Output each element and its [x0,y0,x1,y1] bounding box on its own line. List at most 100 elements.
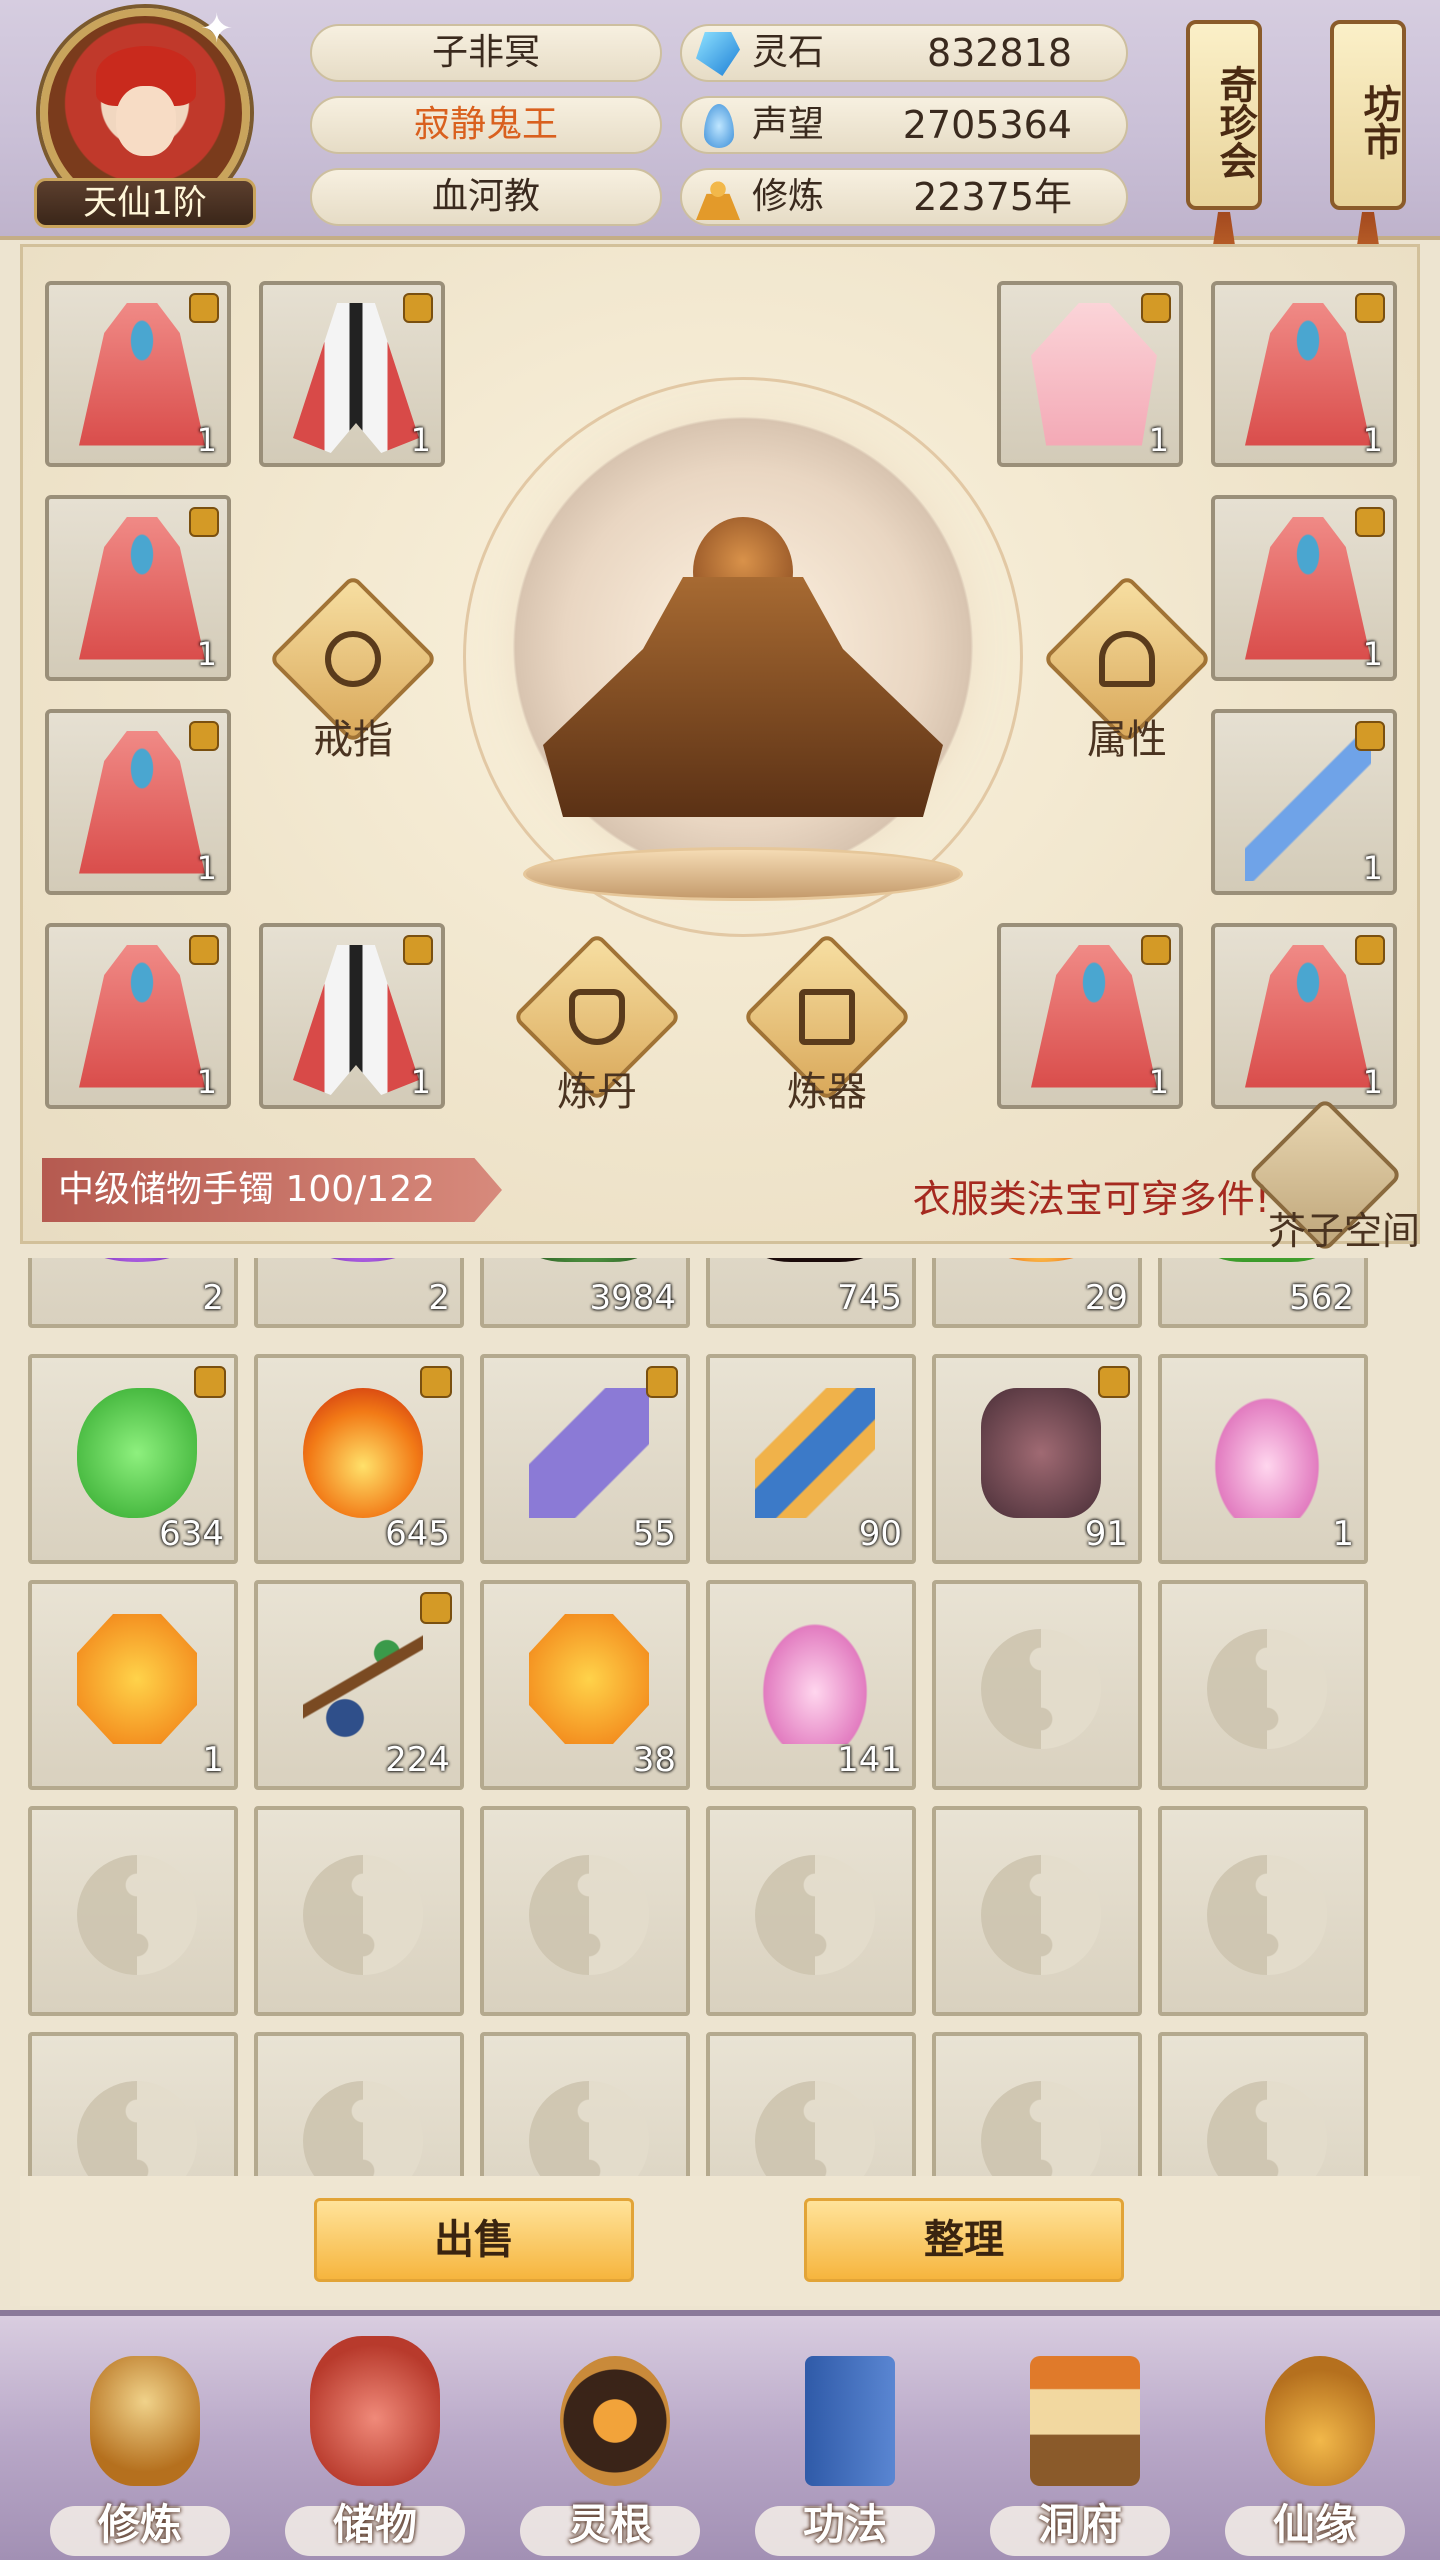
storage-cell[interactable]: 29 [932,1258,1142,1328]
sword-icon [1245,731,1371,881]
white-robe-icon [293,303,419,453]
fruit-branch-icon [303,1614,423,1744]
lotus-icon [755,1614,875,1744]
storage-cell[interactable]: 91 [932,1354,1142,1564]
storage-cell-empty[interactable] [1158,1580,1368,1790]
ring-label: 戒指 [313,717,393,763]
player-title[interactable]: 寂静鬼王 [310,96,662,154]
nav-cultivate[interactable]: 修炼 [40,2336,240,2560]
lock-icon [403,293,433,323]
storage-cell-empty[interactable] [932,1806,1142,2016]
storage-cell[interactable]: 634 [28,1354,238,1564]
herb-icon [529,1258,649,1262]
lock-icon [189,293,219,323]
butterfly-icon: ✦ [200,6,234,52]
technique-book-icon [805,2356,895,2486]
white-robe-icon [293,945,419,1095]
nav-label: 仙缘 [1272,2500,1357,2549]
storage-cell[interactable]: 2 [28,1258,238,1328]
amber-gem-icon [77,1614,197,1744]
storage-cell[interactable]: 38 [480,1580,690,1790]
item-count: 2 [428,1278,450,1318]
storage-cell-empty[interactable] [254,1806,464,2016]
equip-slot[interactable]: 1 [1211,281,1397,467]
equip-slot[interactable]: 1 [997,923,1183,1109]
nav-spirit-root[interactable]: 灵根 [510,2336,710,2560]
top-bar: 天仙1阶 ✦ 子非冥 寂静鬼王 血河教 灵石 832818 声望 2705364… [0,0,1440,272]
storage-cell-empty[interactable] [1158,2032,1368,2176]
red-robe-icon [1245,517,1371,660]
alchemy-label: 炼丹 [557,1069,637,1115]
arrange-button[interactable]: 整理 [804,2198,1124,2282]
fire-crystal-icon [981,1258,1101,1262]
equip-slot[interactable]: 1 [1211,495,1397,681]
storage-cell[interactable]: 141 [706,1580,916,1790]
banner-treasure-auction[interactable]: 奇珍会 [1186,20,1262,210]
equip-slot[interactable]: 1 [45,495,231,681]
item-count: 55 [632,1514,676,1554]
storage-cell-empty[interactable] [28,2032,238,2176]
resource-reputation: 声望 2705364 [680,96,1128,154]
red-robe-icon [1245,945,1371,1088]
resource-value: 832818 [926,31,1072,75]
reputation-icon [704,104,734,148]
scroll-icon [755,1388,875,1518]
storage-cell-empty[interactable] [932,2032,1142,2176]
red-robe-icon [1245,303,1371,446]
artifact-icon [77,1258,197,1262]
storage-container-label[interactable]: 中级储物手镯 100/122 [42,1158,502,1222]
lock-icon [189,935,219,965]
player-sect[interactable]: 血河教 [310,168,662,226]
nav-label: 储物 [332,2500,417,2549]
ring-icon [325,631,381,687]
storage-cell[interactable]: 1 [1158,1354,1368,1564]
nav-immortal-fate[interactable]: 仙缘 [1215,2336,1415,2560]
equip-slot[interactable]: 1 [997,281,1183,467]
equip-slot[interactable]: 1 [1211,709,1397,895]
storage-cell-empty[interactable] [480,2032,690,2176]
storage-cell[interactable]: 745 [706,1258,916,1328]
pink-robe-icon [1031,303,1157,446]
storage-cell[interactable]: 224 [254,1580,464,1790]
cultivate-icon [90,2356,200,2486]
storage-cell-empty[interactable] [932,1580,1142,1790]
lock-icon [1355,721,1385,751]
storage-bar: 中级储物手镯 100/122 衣服类法宝可穿多件! 芥子空间 [20,1097,1420,1253]
storage-cell[interactable]: 645 [254,1354,464,1564]
storage-cell[interactable]: 1 [28,1580,238,1790]
banner-market[interactable]: 坊市 [1330,20,1406,210]
storage-cell-empty[interactable] [28,1806,238,2016]
cauldron-icon [569,989,625,1045]
equip-slot[interactable]: 1 [45,281,231,467]
equip-slot[interactable]: 1 [1211,923,1397,1109]
storage-cell[interactable]: 55 [480,1354,690,1564]
item-count: 1 [410,421,431,459]
storage-cell[interactable]: 3984 [480,1258,690,1328]
mustard-space-label[interactable]: 芥子空间 [1268,1200,1420,1255]
item-count: 1 [1362,1063,1383,1101]
storage-cell-empty[interactable] [254,2032,464,2176]
dark-artifact-icon [755,1258,875,1262]
storage-cell-empty[interactable] [1158,1806,1368,2016]
storage-cell-empty[interactable] [706,1806,916,2016]
player-name: 子非冥 [310,24,662,82]
gourd-icon [1265,2356,1375,2486]
equip-slot[interactable]: 1 [259,923,445,1109]
nav-cave-house[interactable]: 洞府 [980,2336,1180,2560]
item-count: 745 [837,1278,902,1318]
anvil-icon [799,989,855,1045]
equip-slot[interactable]: 1 [45,923,231,1109]
equip-slot[interactable]: 1 [259,281,445,467]
lock-icon [1355,293,1385,323]
storage-cell-empty[interactable] [480,1806,690,2016]
storage-cell[interactable]: 2 [254,1258,464,1328]
sell-button[interactable]: 出售 [314,2198,634,2282]
storage-cell[interactable]: 90 [706,1354,916,1564]
equip-slot[interactable]: 1 [45,709,231,895]
item-count: 224 [385,1740,450,1780]
nav-technique[interactable]: 功法 [745,2336,945,2560]
avatar-face [116,86,176,156]
storage-cell[interactable]: 562 [1158,1258,1368,1328]
storage-cell-empty[interactable] [706,2032,916,2176]
nav-storage[interactable]: 储物 [275,2336,475,2560]
